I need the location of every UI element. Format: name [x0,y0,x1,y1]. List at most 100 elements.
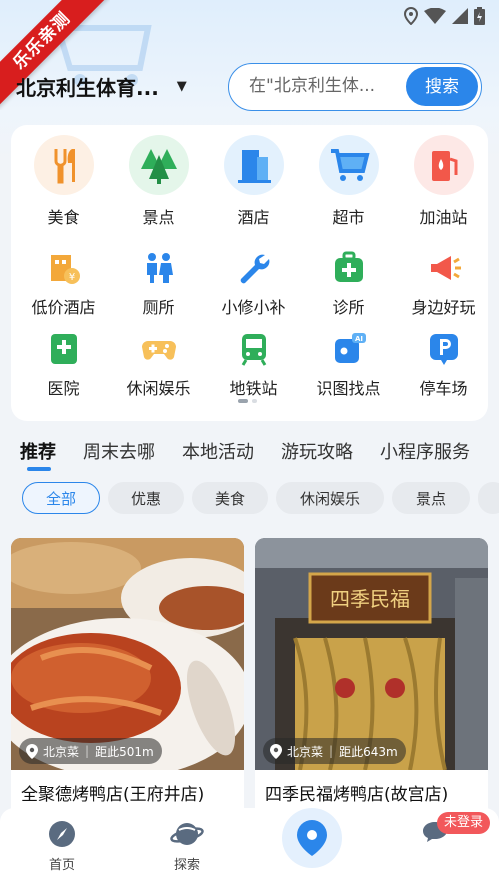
category-label: 低价酒店 [31,298,96,317]
feed-card-siji-minfu[interactable]: 四季民福 北京菜 | 距此643m 四季民福烤鸭店(故宫店) [255,538,488,818]
compass-icon [49,821,75,847]
page-dot-active [238,399,248,403]
category-label: 美食 [47,208,80,227]
battery-icon [474,7,485,25]
pin-icon [26,744,38,759]
chip-food[interactable]: 美食 [192,482,268,514]
category-shopping-cart[interactable]: 超市 [301,135,396,228]
category-label: 超市 [332,208,365,227]
nav-home-label: 首页 [48,858,75,873]
ai-camera-icon: AI [301,328,396,370]
category-restroom[interactable]: 厕所 [111,247,206,318]
feed-card-title: 全聚德烤鸭店(王府井店) [21,785,205,805]
category-label: 休闲娱乐 [126,379,191,398]
category-hospital[interactable]: 医院 [16,328,111,399]
bottom-navigation: 首页 探索 [0,808,499,888]
category-wrench[interactable]: 小修小补 [206,247,301,318]
login-badge[interactable]: 未登录 [437,812,491,834]
caret-down-icon: ▼ [176,79,187,94]
feed-card-quanjude[interactable]: 北京菜 | 距此501m 全聚德烤鸭店(王府井店) [11,538,244,818]
active-tab-indicator [27,467,51,471]
hospital-icon [16,328,111,370]
chip-leisure[interactable]: 休闲娱乐 [276,482,384,514]
category-label: 厕所 [142,298,175,317]
shop-sign-text: 四季民福 [330,587,410,611]
category-label: 地铁站 [229,379,278,398]
search-input[interactable]: 在"北京利生体... [249,64,399,109]
search-bar[interactable]: 在"北京利生体... 搜索 [228,63,482,111]
planet-icon [170,823,204,845]
parking-icon [396,328,491,370]
category-label: 识图找点 [316,379,381,398]
category-building[interactable]: 酒店 [206,135,301,228]
filter-chips: 全部 优惠 美食 休闲娱乐 景点 [22,482,499,514]
budget-hotel-icon: ¥ [16,247,111,289]
nav-home[interactable]: 首页 [22,820,102,873]
category-label: 医院 [47,379,80,398]
svg-text:AI: AI [354,335,362,343]
nav-explore[interactable]: 探索 [147,820,227,873]
chip-deals[interactable]: 优惠 [108,482,184,514]
nav-explore-label: 探索 [173,858,200,873]
megaphone-icon [396,247,491,289]
cuisine-label: 北京菜 [287,744,324,759]
category-panel: 美食 景点 酒店 超市 加油站 ¥ 低价酒店 厕所 小修小补 诊所 身边好玩医院 休闲娱乐 地铁站 AI 识… [11,125,488,421]
category-food[interactable]: 美食 [16,135,111,228]
distance-label: 距此501m [95,744,154,759]
category-megaphone[interactable]: 身边好玩 [396,247,491,318]
nav-map[interactable] [282,808,342,868]
svg-text:¥: ¥ [68,272,74,283]
gas-station-icon [396,135,491,199]
food-icon [16,135,111,199]
medical-kit-icon [301,247,396,289]
chip-more[interactable] [478,482,499,514]
restroom-icon [111,247,206,289]
feed-card-title: 四季民福烤鸭店(故宫店) [265,785,449,805]
category-ai-camera[interactable]: AI 识图找点 [301,328,396,399]
trees-icon [111,135,206,199]
wifi-icon [424,8,446,24]
signal-icon [452,8,468,24]
category-label: 酒店 [237,208,270,227]
category-label: 景点 [142,208,175,227]
separator: | [85,744,90,758]
restaurant-storefront-photo: 四季民福 [255,538,488,770]
search-button[interactable]: 搜索 [406,67,478,106]
separator: | [329,744,334,758]
gamepad-icon [111,328,206,370]
category-label: 停车场 [419,379,468,398]
pin-icon [270,744,282,759]
roast-duck-photo [11,538,244,770]
location-icon [404,7,418,25]
building-icon [206,135,301,199]
category-medical-kit[interactable]: 诊所 [301,247,396,318]
shopping-cart-icon [301,135,396,199]
page-dot [252,399,257,403]
feed-tabs: 推荐 周末去哪 本地活动 游玩攻略 小程序服务 [20,438,497,472]
chip-scenic[interactable]: 景点 [392,482,470,514]
tab-weekend[interactable]: 周末去哪 [83,438,155,472]
category-label: 加油站 [419,208,468,227]
tab-guides[interactable]: 游玩攻略 [281,438,353,472]
category-trees[interactable]: 景点 [111,135,206,228]
distance-label: 距此643m [339,744,398,759]
category-budget-hotel[interactable]: ¥ 低价酒店 [16,247,111,318]
category-gamepad[interactable]: 休闲娱乐 [111,328,206,399]
category-label: 身边好玩 [411,298,476,317]
category-label: 诊所 [332,298,365,317]
chip-all[interactable]: 全部 [22,482,100,514]
subway-icon [206,328,301,370]
category-label: 小修小补 [221,298,286,317]
map-pin-icon [297,820,327,856]
category-subway[interactable]: 地铁站 [206,328,301,399]
page-indicator [238,399,257,403]
category-gas-station[interactable]: 加油站 [396,135,491,228]
location-tag: 北京菜 | 距此501m [19,738,162,764]
tab-mini-programs[interactable]: 小程序服务 [380,438,470,472]
cuisine-label: 北京菜 [43,744,80,759]
tab-local-events[interactable]: 本地活动 [182,438,254,472]
category-parking[interactable]: 停车场 [396,328,491,399]
location-tag: 北京菜 | 距此643m [263,738,406,764]
wrench-icon [206,247,301,289]
city-selector[interactable]: 北京利生体育... ▼ [16,72,187,101]
